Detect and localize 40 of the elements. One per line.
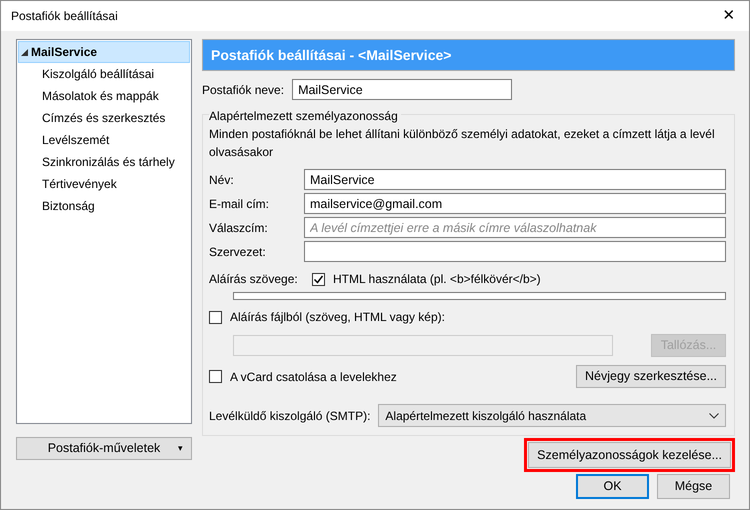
actions-button[interactable]: Postafiók-műveletek ▾: [16, 437, 192, 460]
checkbox-label: A vCard csatolása a levelekhez: [230, 368, 397, 386]
checkbox-label: Aláírás fájlból (szöveg, HTML vagy kép):: [230, 309, 445, 326]
checkbox[interactable]: [209, 370, 222, 383]
tree-item[interactable]: Tértivevények: [18, 173, 190, 195]
tree-item[interactable]: Címzés és szerkesztés: [18, 107, 190, 129]
field-label: E-mail cím:: [209, 196, 270, 212]
close-button[interactable]: ✕: [709, 1, 749, 31]
account-name-field[interactable]: MailService: [292, 79, 512, 100]
checkbox-label: HTML használata (pl. <b>félkövér</b>): [333, 271, 541, 288]
tree-item[interactable]: MailService: [18, 41, 190, 63]
input-field[interactable]: MailService: [304, 169, 726, 190]
checkbox[interactable]: [209, 310, 222, 324]
tree-item-label: MailService: [31, 44, 98, 61]
tree-item[interactable]: Másolatok és mappák: [18, 85, 190, 107]
field-label: Név:: [209, 172, 235, 188]
field-label: Levélküldő kiszolgáló (SMTP):: [209, 408, 370, 424]
signature-text-area[interactable]: [233, 292, 726, 300]
edit-vcard-button[interactable]: Névjegy szerkesztése...: [576, 365, 726, 388]
dialog-button[interactable]: Mégse: [657, 474, 730, 499]
tree-item[interactable]: Kiszolgáló beállításai: [18, 63, 190, 85]
field-label: Válaszcím:: [209, 220, 269, 236]
smtp-dropdown[interactable]: Alapértelmezett kiszolgáló használata: [378, 404, 726, 427]
expander-icon[interactable]: [21, 48, 28, 56]
input-field[interactable]: [304, 241, 726, 262]
dialog-button[interactable]: OK: [576, 474, 649, 499]
description: Minden postafióknál be lehet állítani különböző személyi adatokat, ezeket a címzett látja a levél olvasásakor: [209, 126, 716, 161]
chevron-down-icon: [709, 412, 719, 418]
checkbox[interactable]: [312, 272, 325, 286]
caret-icon: ▾: [178, 442, 183, 456]
tree-item[interactable]: Szinkronizálás és tárhely: [18, 151, 190, 173]
field-label: Aláírás szövege:: [209, 271, 299, 288]
tree-item[interactable]: Biztonság: [18, 195, 190, 217]
field-label: Szervezet:: [209, 244, 267, 260]
tree-item[interactable]: Levélszemét: [18, 129, 190, 151]
field-label: Postafiók neve:: [202, 82, 284, 98]
window-title: Postafiók beállításai: [11, 8, 118, 25]
manage-identities-button[interactable]: Személyazonosságok kezelése...: [528, 442, 731, 468]
panel-header: Postafiók beállításai - <MailService>: [202, 39, 735, 71]
input-field[interactable]: mailservice@gmail.com: [304, 193, 726, 214]
